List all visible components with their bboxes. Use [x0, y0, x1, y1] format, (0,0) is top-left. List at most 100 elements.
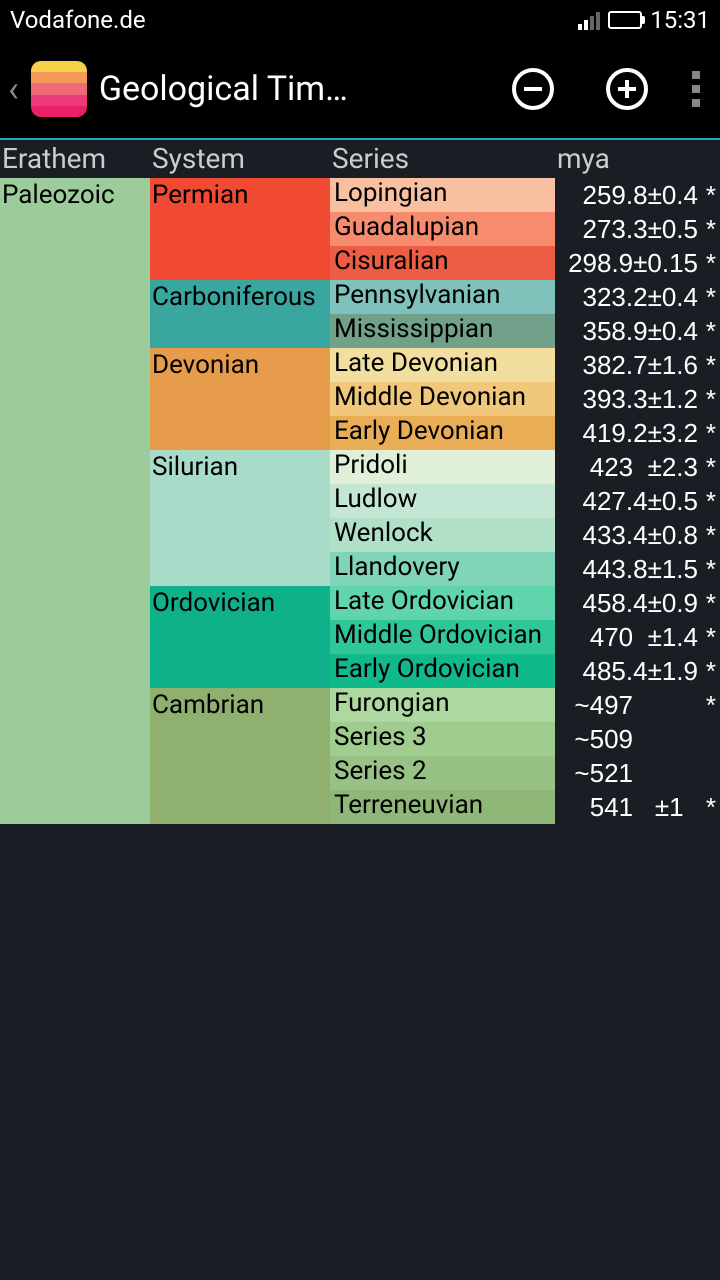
zoom-out-button[interactable]	[508, 64, 558, 114]
clock: 15:31	[650, 6, 710, 34]
col-header-erathem: Erathem	[0, 142, 150, 175]
col-header-system: System	[150, 142, 330, 175]
table-body: Paleozoic PermianCarboniferous Devonian Si…	[0, 178, 720, 824]
status-bar: Vodafone.de 15:31	[0, 0, 720, 40]
system-cell[interactable]: Permian	[150, 178, 330, 280]
gssp-star-icon: *	[706, 792, 716, 823]
series-cell[interactable]: Ludlow	[330, 484, 555, 518]
series-label: Wenlock	[334, 520, 433, 546]
mya-cell: 470 ±1.4 *	[555, 620, 720, 654]
mya-cell: 273.3±0.5 *	[555, 212, 720, 246]
series-cell[interactable]: Early Devonian	[330, 416, 555, 450]
series-label: Guadalupian	[334, 214, 479, 240]
gssp-star-icon: *	[706, 384, 716, 415]
series-label: Ludlow	[334, 486, 417, 512]
gssp-star-icon: *	[706, 180, 716, 211]
plus-icon	[606, 68, 648, 110]
series-label: Llandovery	[334, 554, 460, 580]
mya-value: 273.3±0.5	[583, 214, 698, 245]
table-header: Erathem System Series mya	[0, 140, 720, 178]
series-cell[interactable]: Cisuralian	[330, 246, 555, 280]
series-column: LopingianGuadalupian Cisuralian Pennsylvan…	[330, 178, 555, 824]
mya-value: 259.8±0.4	[583, 180, 698, 211]
series-cell[interactable]: Middle Ordovician	[330, 620, 555, 654]
series-label: Middle Devonian	[334, 384, 526, 410]
series-cell[interactable]: Wenlock	[330, 518, 555, 552]
mya-cell: 423 ±2.3*	[555, 450, 720, 484]
mya-column: 259.8±0.4*273.3±0.5*298.9±0.15*323.2±0.4…	[555, 178, 720, 824]
series-label: Early Devonian	[334, 418, 504, 444]
system-cell[interactable]: Ordovician	[150, 586, 330, 688]
series-cell[interactable]: Middle Devonian	[330, 382, 555, 416]
system-cell[interactable]: Carboniferous	[150, 280, 330, 348]
series-cell[interactable]: Pridoli	[330, 450, 555, 484]
mya-value: ~509	[574, 724, 698, 755]
mya-cell: 298.9±0.15*	[555, 246, 720, 280]
back-icon[interactable]: ‹	[8, 68, 19, 110]
mya-cell: 485.4±1.9*	[555, 654, 720, 688]
series-label: Pridoli	[334, 452, 408, 478]
erathem-cell[interactable]: Paleozoic	[0, 178, 150, 824]
systems-column: PermianCarboniferous Devonian Silurian Ordo…	[150, 178, 330, 824]
series-cell[interactable]: Furongian	[330, 688, 555, 722]
zoom-in-button[interactable]	[602, 64, 652, 114]
series-cell[interactable]: Late Ordovician	[330, 586, 555, 620]
mya-value: 443.8±1.5	[583, 554, 698, 585]
series-label: Pennsylvanian	[334, 282, 501, 308]
gssp-star-icon: *	[706, 690, 716, 721]
mya-cell: 323.2±0.4 *	[555, 280, 720, 314]
mya-value: 423 ±2.3	[568, 452, 698, 483]
series-cell[interactable]: Series 2	[330, 756, 555, 790]
series-cell[interactable]: Early Ordovician	[330, 654, 555, 688]
series-cell[interactable]: Llandovery	[330, 552, 555, 586]
mya-value: 323.2±0.4	[583, 282, 698, 313]
mya-cell: ~509	[555, 722, 720, 756]
mya-cell: ~497 *	[555, 688, 720, 722]
gssp-star-icon: *	[706, 282, 716, 313]
series-label: Mississippian	[334, 316, 493, 342]
series-label: Cisuralian	[334, 248, 449, 274]
series-cell[interactable]: Pennsylvanian	[330, 280, 555, 314]
col-header-mya: mya	[555, 142, 720, 175]
mya-value: 393.3±1.2	[583, 384, 698, 415]
system-cell[interactable]: Devonian	[150, 348, 330, 450]
series-cell[interactable]: Series 3	[330, 722, 555, 756]
gssp-star-icon: *	[706, 554, 716, 585]
status-right: 15:31	[578, 6, 710, 34]
app-icon[interactable]	[31, 61, 87, 117]
system-cell[interactable]: Silurian	[150, 450, 330, 586]
mya-value: 470 ±1.4	[568, 622, 698, 653]
time-scale-table[interactable]: Erathem System Series mya Paleozoic Perm…	[0, 140, 720, 824]
overflow-menu-button[interactable]	[692, 71, 700, 107]
mya-value: 541 ±1	[568, 792, 698, 823]
series-cell[interactable]: Guadalupian	[330, 212, 555, 246]
mya-cell: 458.4±0.9 *	[555, 586, 720, 620]
system-label: Devonian	[152, 350, 259, 380]
mya-value: ~497	[574, 690, 698, 721]
mya-value: 458.4±0.9	[583, 588, 698, 619]
mya-cell: 433.4±0.8*	[555, 518, 720, 552]
mya-cell: 443.8±1.5 *	[555, 552, 720, 586]
signal-icon	[578, 10, 600, 30]
mya-cell: 259.8±0.4 *	[555, 178, 720, 212]
series-cell[interactable]: Mississippian	[330, 314, 555, 348]
mya-value: 485.4±1.9	[583, 656, 698, 687]
series-cell[interactable]: Terreneuvian	[330, 790, 555, 824]
gssp-star-icon: *	[706, 622, 716, 653]
mya-value: 433.4±0.8	[583, 520, 698, 551]
series-label: Middle Ordovician	[334, 622, 542, 648]
mya-cell: 541 ±1 *	[555, 790, 720, 824]
gssp-star-icon: *	[706, 588, 716, 619]
mya-cell: 393.3±1.2 *	[555, 382, 720, 416]
mya-cell: 382.7±1.6*	[555, 348, 720, 382]
mya-cell: ~521	[555, 756, 720, 790]
system-label: Carboniferous	[152, 282, 316, 312]
mya-value: 419.2±3.2	[583, 418, 698, 449]
series-cell[interactable]: Late Devonian	[330, 348, 555, 382]
series-label: Early Ordovician	[334, 656, 520, 682]
system-label: Silurian	[152, 452, 238, 482]
gssp-star-icon: *	[706, 214, 716, 245]
series-cell[interactable]: Lopingian	[330, 178, 555, 212]
mya-cell: 358.9±0.4*	[555, 314, 720, 348]
system-cell[interactable]: Cambrian	[150, 688, 330, 824]
